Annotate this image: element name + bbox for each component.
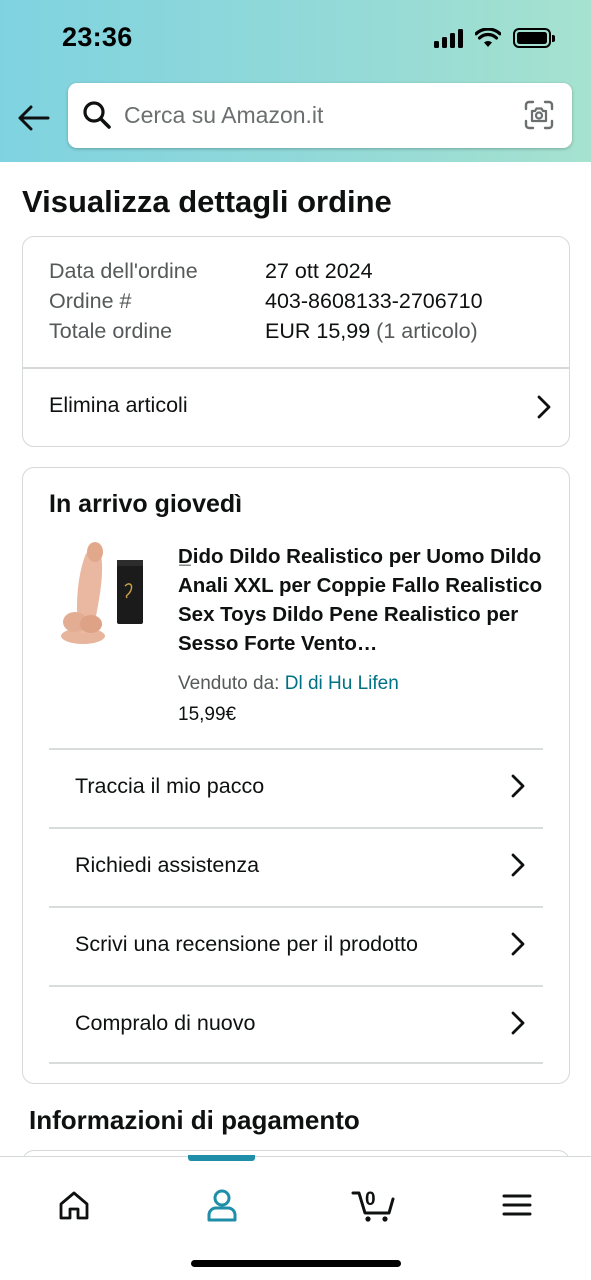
order-number-value: 403-8608133-2706710 <box>265 289 483 313</box>
sold-by-label: Venduto da: <box>178 673 280 694</box>
buy-again-button[interactable]: Compralo di nuovo <box>49 985 543 1064</box>
status-icons <box>434 28 555 48</box>
cart-count-badge: 0 <box>365 1189 376 1210</box>
chevron-right-icon <box>511 1011 525 1035</box>
order-summary-card: Data dell'ordine 27 ott 2024 Ordine # 40… <box>22 236 570 447</box>
order-total-value: EUR 15,99 (1 articolo) <box>265 319 478 344</box>
product-title[interactable]: D̲ido Dildo Realistico per Uomo Dildo An… <box>178 542 546 658</box>
home-indicator <box>191 1260 401 1267</box>
product-price: 15,99€ <box>178 704 237 725</box>
menu-icon <box>502 1194 532 1216</box>
request-support-button[interactable]: Richiedi assistenza <box>49 827 543 906</box>
page-title: Visualizza dettagli ordine <box>22 184 392 219</box>
delete-items-row[interactable]: Elimina articoli <box>23 369 569 447</box>
back-button[interactable] <box>14 98 54 138</box>
account-icon <box>207 1189 237 1222</box>
home-icon <box>59 1191 89 1220</box>
active-tab-indicator <box>188 1155 255 1161</box>
status-bar: 23:36 <box>0 0 591 78</box>
nav-cart[interactable]: 0 <box>341 1175 405 1235</box>
nav-account[interactable] <box>192 1175 252 1235</box>
write-review-button[interactable]: Scrivi una recensione per il prodotto <box>49 906 543 985</box>
action-label: Compralo di nuovo <box>75 1011 256 1035</box>
status-time: 23:36 <box>62 22 133 52</box>
nav-home[interactable] <box>44 1175 104 1235</box>
order-number-label: Ordine # <box>49 289 132 313</box>
search-icon <box>83 101 111 129</box>
sold-by-line: Venduto da: Dl di Hu Lifen <box>178 673 399 695</box>
seller-link[interactable]: Dl di Hu Lifen <box>285 673 399 694</box>
order-date-label: Data dell'ordine <box>49 259 198 283</box>
camera-scan-icon[interactable] <box>524 100 554 130</box>
chevron-right-icon <box>537 395 551 419</box>
cellular-signal-icon <box>434 28 463 48</box>
product-image[interactable] <box>53 538 153 648</box>
wifi-icon <box>475 28 501 47</box>
chevron-right-icon <box>511 932 525 956</box>
action-label: Scrivi una recensione per il prodotto <box>75 932 418 956</box>
order-total-label: Totale ordine <box>49 319 173 343</box>
order-item-count: (1 articolo) <box>376 319 478 343</box>
search-input[interactable] <box>124 83 514 148</box>
order-total-amount: EUR 15,99 <box>265 319 371 343</box>
back-arrow-icon <box>18 105 50 131</box>
delivery-card: In arrivo giovedì D̲ido Dildo Realistico… <box>22 467 570 1084</box>
chevron-right-icon <box>511 853 525 877</box>
nav-menu[interactable] <box>487 1175 547 1235</box>
order-actions-list: Traccia il mio pacco Richiedi assistenza… <box>49 748 543 1064</box>
battery-icon <box>513 28 555 48</box>
search-bar[interactable] <box>68 83 572 148</box>
track-package-button[interactable]: Traccia il mio pacco <box>49 748 543 827</box>
delete-items-label: Elimina articoli <box>49 393 188 417</box>
app-header: 23:36 <box>0 0 591 162</box>
action-label: Richiedi assistenza <box>75 853 260 877</box>
payment-info-title: Informazioni di pagamento <box>29 1105 360 1135</box>
action-label: Traccia il mio pacco <box>75 774 265 798</box>
order-date-value: 27 ott 2024 <box>265 259 373 283</box>
delivery-status-title: In arrivo giovedì <box>49 490 243 518</box>
chevron-right-icon <box>511 774 525 798</box>
